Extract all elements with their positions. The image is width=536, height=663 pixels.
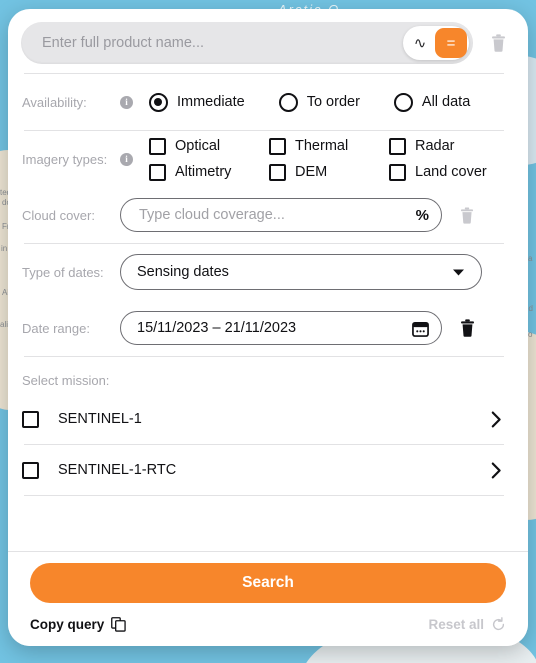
date-range-value: 15/11/2023 – 21/11/2023 bbox=[137, 320, 297, 336]
calendar-icon[interactable] bbox=[412, 320, 429, 337]
availability-option-to-order[interactable]: To order bbox=[278, 92, 360, 112]
filters-scroll-area[interactable]: Availability: i Immediate To order All dat… bbox=[8, 73, 528, 551]
radio-icon bbox=[278, 92, 298, 112]
type-of-dates-row: Type of dates: Sensing dates bbox=[22, 244, 506, 300]
date-range-row: Date range: 15/11/2023 – 21/11/2023 bbox=[22, 300, 506, 356]
panel-footer: Search Copy query Reset all bbox=[8, 551, 528, 646]
mission-row[interactable]: SENTINEL-1-RTC bbox=[22, 445, 506, 495]
clear-product-name-button[interactable] bbox=[481, 26, 515, 60]
search-filters-panel: ∿ = Availability: i Immediate To order All… bbox=[8, 9, 528, 646]
cloud-cover-field: % bbox=[120, 198, 442, 232]
trash-icon bbox=[460, 319, 475, 337]
radio-icon bbox=[149, 92, 168, 112]
trash-icon bbox=[491, 34, 506, 52]
clear-cloud-cover-button[interactable] bbox=[450, 198, 484, 232]
mission-name: SENTINEL-1 bbox=[58, 411, 142, 427]
imagery-type-thermal[interactable]: Thermal bbox=[269, 137, 389, 155]
map-label: in bbox=[1, 244, 8, 253]
chevron-right-icon[interactable] bbox=[491, 462, 506, 479]
checkbox-icon[interactable] bbox=[22, 461, 39, 479]
date-range-field-wrap: 15/11/2023 – 21/11/2023 bbox=[120, 311, 506, 345]
fuzzy-match-button[interactable]: ∿ bbox=[405, 28, 435, 58]
mission-row[interactable]: SENTINEL-1 bbox=[22, 394, 506, 444]
availability-option-all-data[interactable]: All data bbox=[393, 92, 471, 112]
availability-option-label: Immediate bbox=[177, 94, 245, 110]
imagery-types-label: Imagery types: bbox=[22, 151, 108, 167]
mission-name: SENTINEL-1-RTC bbox=[58, 462, 177, 478]
exact-match-button[interactable]: = bbox=[435, 28, 467, 58]
search-header: ∿ = bbox=[8, 9, 528, 73]
availability-option-immediate[interactable]: Immediate bbox=[149, 92, 245, 112]
reset-all-label: Reset all bbox=[428, 617, 484, 632]
checkbox-icon bbox=[269, 163, 286, 181]
search-button[interactable]: Search bbox=[30, 563, 506, 603]
info-icon[interactable]: i bbox=[120, 152, 133, 166]
clear-date-range-button[interactable] bbox=[450, 311, 484, 345]
imagery-type-radar[interactable]: Radar bbox=[389, 137, 506, 155]
checkbox-icon bbox=[149, 163, 166, 181]
imagery-type-label: Optical bbox=[175, 138, 221, 154]
cloud-cover-row: Cloud cover: % bbox=[22, 187, 506, 243]
availability-option-label: To order bbox=[306, 94, 360, 110]
product-name-search-box: ∿ = bbox=[21, 22, 473, 64]
cloud-cover-label: Cloud cover: bbox=[22, 207, 95, 223]
copy-query-button[interactable]: Copy query bbox=[30, 617, 126, 632]
availability-option-label: All data bbox=[421, 94, 471, 110]
info-icon[interactable]: i bbox=[120, 95, 133, 109]
availability-row: Availability: i Immediate To order All dat… bbox=[22, 74, 506, 130]
copy-query-label: Copy query bbox=[30, 617, 105, 632]
reset-all-button[interactable]: Reset all bbox=[428, 617, 506, 632]
map-label: a bbox=[528, 254, 533, 263]
type-of-dates-value: Sensing dates bbox=[137, 264, 229, 280]
select-mission-label: Select mission: bbox=[22, 373, 110, 388]
checkbox-icon bbox=[389, 163, 406, 181]
availability-option-group: Immediate To order All data bbox=[149, 92, 506, 112]
availability-label: Availability: bbox=[22, 94, 87, 110]
imagery-type-land-cover[interactable]: Land cover bbox=[389, 163, 506, 181]
imagery-type-altimetry[interactable]: Altimetry bbox=[149, 163, 269, 181]
type-of-dates-select[interactable]: Sensing dates bbox=[120, 254, 482, 290]
date-range-label: Date range: bbox=[22, 320, 90, 336]
checkbox-icon bbox=[389, 137, 406, 155]
reset-icon bbox=[491, 617, 506, 632]
map-label: ali bbox=[0, 320, 9, 329]
imagery-type-label: Radar bbox=[415, 138, 455, 154]
checkbox-icon[interactable] bbox=[22, 410, 39, 428]
chevron-down-icon bbox=[452, 268, 465, 277]
footer-links: Copy query Reset all bbox=[30, 617, 506, 632]
mission-list: SENTINEL-1 SENTINEL-1-RTC bbox=[22, 394, 506, 496]
imagery-type-label: Altimetry bbox=[175, 164, 232, 180]
product-name-input[interactable] bbox=[21, 35, 403, 51]
imagery-type-dem[interactable]: DEM bbox=[269, 163, 389, 181]
cloud-cover-input[interactable] bbox=[137, 206, 410, 224]
imagery-type-label: Land cover bbox=[415, 164, 487, 180]
trash-icon bbox=[460, 206, 474, 224]
cloud-cover-field-wrap: % bbox=[120, 198, 506, 232]
search-mode-toggle: ∿ = bbox=[403, 26, 469, 60]
chevron-right-icon[interactable] bbox=[491, 411, 506, 428]
imagery-type-label: DEM bbox=[295, 164, 328, 180]
imagery-types-checkbox-group: Optical Thermal Radar Altimetry DEM Land cove… bbox=[149, 137, 506, 181]
checkbox-icon bbox=[269, 137, 286, 155]
imagery-type-optical[interactable]: Optical bbox=[149, 137, 269, 155]
imagery-type-label: Thermal bbox=[295, 138, 349, 154]
date-range-field[interactable]: 15/11/2023 – 21/11/2023 bbox=[120, 311, 442, 345]
type-of-dates-label: Type of dates: bbox=[22, 264, 104, 280]
copy-icon bbox=[111, 617, 126, 632]
radio-icon bbox=[393, 92, 413, 112]
imagery-types-row: Imagery types: i Optical Thermal Radar Alti… bbox=[22, 131, 506, 187]
divider bbox=[24, 495, 504, 496]
percent-icon: % bbox=[415, 206, 429, 224]
checkbox-icon bbox=[149, 137, 166, 155]
